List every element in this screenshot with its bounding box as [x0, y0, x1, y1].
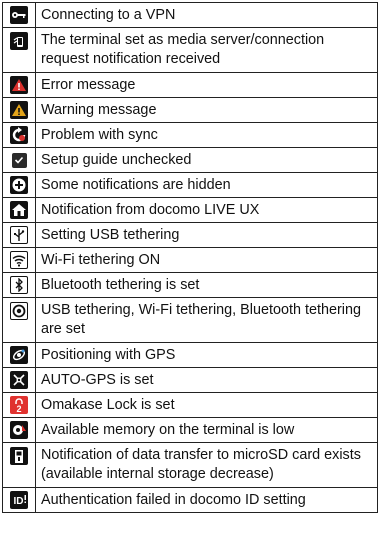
- sd-card-icon: [10, 447, 28, 465]
- icon-cell: [3, 298, 36, 342]
- svg-text:ID: ID: [14, 496, 24, 506]
- lock-icon: 2: [10, 396, 28, 414]
- gps-icon: [10, 346, 28, 364]
- table-row: Some notifications are hidden: [2, 173, 378, 198]
- table-row: The terminal set as media server/connect…: [2, 28, 378, 73]
- table-row: Available memory on the terminal is low: [2, 418, 378, 443]
- row-description: Available memory on the terminal is low: [41, 421, 295, 438]
- table-row: Setup guide unchecked: [2, 148, 378, 173]
- sync-problem-icon: [10, 126, 28, 144]
- icon-cell: [3, 443, 36, 487]
- icon-cell: [3, 3, 36, 27]
- table-row: AUTO-GPS is set: [2, 368, 378, 393]
- svg-text:2: 2: [16, 404, 21, 413]
- table-row: Bluetooth tethering is set: [2, 273, 378, 298]
- auto-gps-icon: [10, 371, 28, 389]
- wifi-icon: [10, 251, 28, 269]
- row-description: Error message: [41, 76, 136, 93]
- row-description: Warning message: [41, 101, 157, 118]
- home-icon: [10, 201, 28, 219]
- memory-low-icon: [10, 421, 28, 439]
- icon-cell: [3, 173, 36, 197]
- icon-cell: [3, 273, 36, 297]
- row-description: Positioning with GPS: [41, 346, 176, 363]
- icon-cell: [3, 368, 36, 392]
- icon-cell: [3, 418, 36, 442]
- row-description: Wi-Fi tethering ON: [41, 251, 161, 268]
- icon-cell: [3, 248, 36, 272]
- row-description: Bluetooth tethering is set: [41, 276, 200, 293]
- table-row: Wi-Fi tethering ON: [2, 248, 378, 273]
- row-description: Setting USB tethering: [41, 226, 180, 243]
- bluetooth-icon: [10, 276, 28, 294]
- checkbox-icon: [11, 152, 27, 168]
- table-row: Setting USB tethering: [2, 223, 378, 248]
- table-row: Notification of data transfer to microSD…: [2, 443, 378, 488]
- row-description: Setup guide unchecked: [41, 151, 192, 168]
- row-description: USB tethering, Wi-Fi tethering, Bluetoot…: [41, 302, 361, 337]
- row-description: The terminal set as media server/connect…: [41, 32, 325, 67]
- error-icon: [10, 76, 28, 94]
- icon-cell: [3, 223, 36, 247]
- row-description: Problem with sync: [41, 126, 158, 143]
- icon-cell: [3, 98, 36, 122]
- table-row: Notification from docomo LIVE UX: [2, 198, 378, 223]
- table-row: Problem with sync: [2, 123, 378, 148]
- row-description: AUTO-GPS is set: [41, 371, 154, 388]
- table-row: Connecting to a VPN: [2, 3, 378, 28]
- plus-icon: [10, 176, 28, 194]
- icon-cell: [3, 198, 36, 222]
- icon-cell: [3, 123, 36, 147]
- vpn-key-icon: [10, 6, 28, 24]
- row-description: Omakase Lock is set: [41, 396, 175, 413]
- table-row: 2 Omakase Lock is set: [2, 393, 378, 418]
- warning-icon: [10, 101, 28, 119]
- icon-cell: [3, 73, 36, 97]
- row-description: Notification of data transfer to microSD…: [41, 447, 361, 482]
- icon-cell: [3, 28, 36, 72]
- icon-cell: [3, 343, 36, 367]
- table-row: ID Authentication failed in docomo ID se…: [2, 488, 378, 513]
- usb-icon: [10, 226, 28, 244]
- table-row: Warning message: [2, 98, 378, 123]
- icon-table: Connecting to a VPN The terminal set as …: [2, 2, 378, 513]
- table-row: Positioning with GPS: [2, 343, 378, 368]
- row-description: Connecting to a VPN: [41, 6, 176, 23]
- table-row: Error message: [2, 73, 378, 98]
- media-server-icon: [10, 32, 28, 50]
- row-description: Notification from docomo LIVE UX: [41, 201, 260, 218]
- table-row: USB tethering, Wi-Fi tethering, Bluetoot…: [2, 298, 378, 343]
- row-description: Some notifications are hidden: [41, 176, 231, 193]
- icon-cell: 2: [3, 393, 36, 417]
- icon-cell: ID: [3, 488, 36, 512]
- icon-cell: [3, 148, 36, 172]
- tethering-all-icon: [10, 302, 28, 320]
- docomo-id-icon: ID: [10, 491, 28, 509]
- row-description: Authentication failed in docomo ID setti…: [41, 491, 306, 508]
